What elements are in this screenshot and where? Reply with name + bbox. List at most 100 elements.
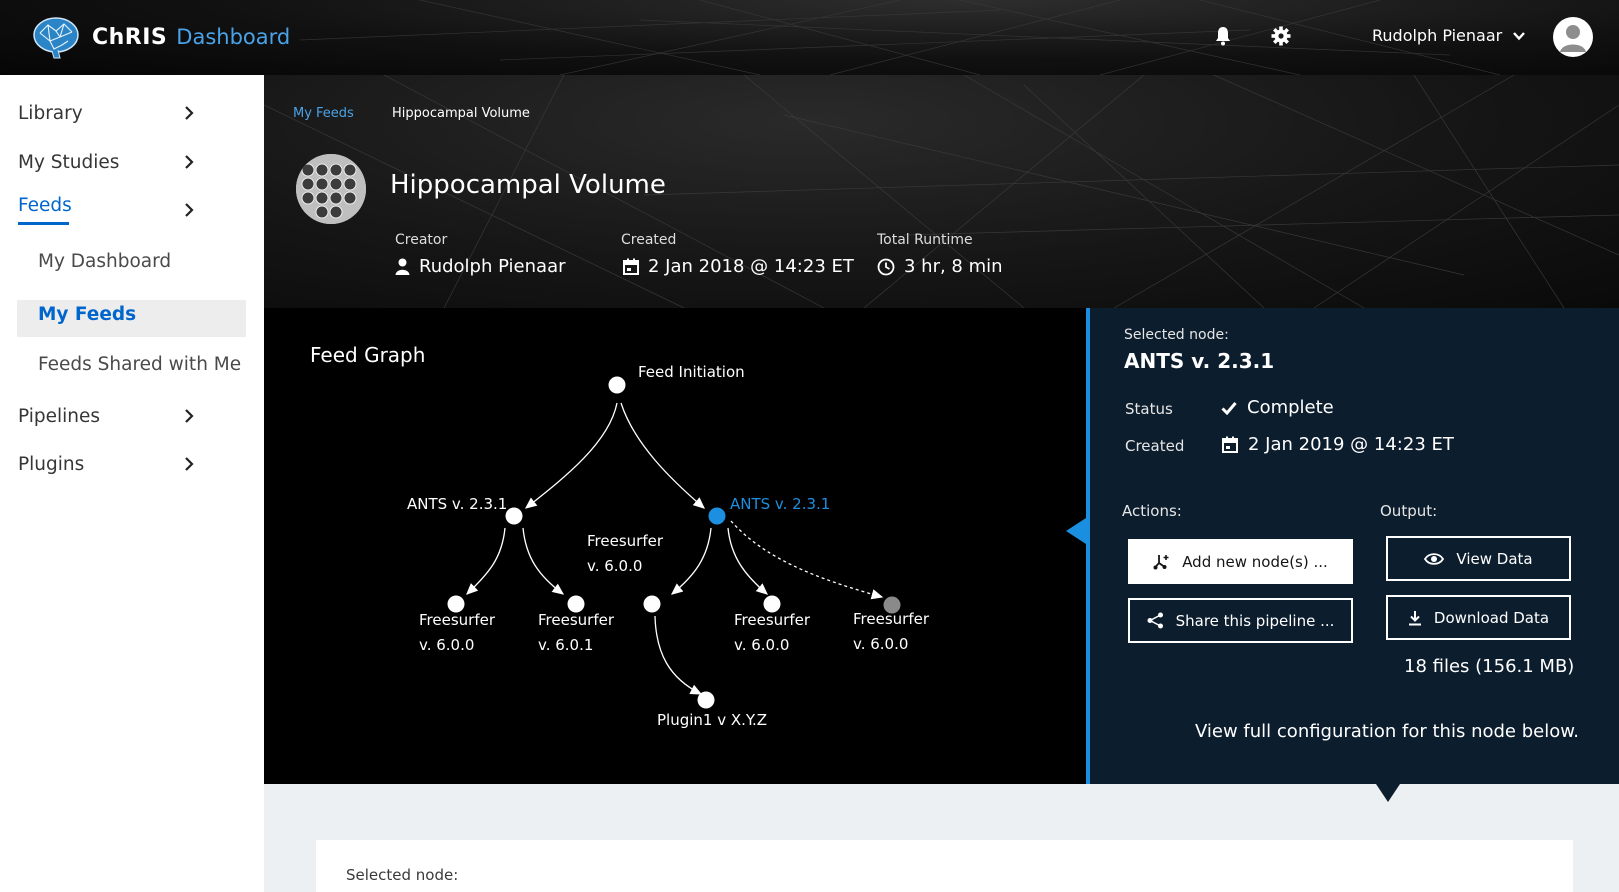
selected-node-label: Selected node: [346,866,459,884]
brand-subtitle: Dashboard [176,25,291,49]
share-icon [1147,612,1163,629]
graph-edges [466,402,884,695]
node-fs-mid[interactable] [643,595,661,613]
panel-down-pointer [1376,784,1400,802]
node-label-ants-right: ANTS v. 2.3.1 [730,495,831,513]
node-label-fs-mid: Freesurfer v. 6.0.0 [587,529,663,579]
node-label-fs-rr: Freesurfer v. 6.0.0 [734,608,810,658]
edge-root-ants-right [620,402,705,509]
sidebar-item-library[interactable]: Library [18,103,83,124]
sidebar-item-pipelines[interactable]: Pipelines [18,406,100,427]
breadcrumb-current: Hippocampal Volume [392,106,530,121]
selected-node-name: ANTS v. 2.3.1 [1124,349,1275,373]
runtime-text: 3 hr, 8 min [904,256,1003,277]
node-label-name: Freesurfer [734,611,810,629]
creator-label: Creator [395,232,448,248]
node-label-version: v. 6.0.0 [419,636,475,654]
created-date: 2 Jan 2019 @ 14:23 ET [1248,434,1454,455]
check-icon [1221,401,1237,415]
feed-graph-panel: Feed Graph Feed Initiation ANTS v. 2.3.1… [264,308,1086,784]
node-label-name: Freesurfer [853,610,929,628]
sidebar-item-feeds[interactable]: Feeds [18,195,72,216]
user-menu-name[interactable]: Rudolph Pienaar [1372,26,1502,45]
page-title: Hippocampal Volume [390,170,666,200]
node-plugin[interactable] [697,691,715,709]
node-label-version: v. 6.0.1 [538,636,594,654]
sidebar-item-my-studies[interactable]: My Studies [18,152,119,173]
node-label-name: Freesurfer [587,532,663,550]
node-label-fs-lr: Freesurfer v. 6.0.1 [538,608,614,658]
brand[interactable]: ChRIS Dashboard [30,14,290,60]
sidebar-item-plugins[interactable]: Plugins [18,454,84,475]
share-pipeline-label: Share this pipeline ... [1175,611,1335,630]
brand-name: ChRIS [92,24,168,50]
status-text: Complete [1247,397,1334,418]
selected-node-label: Selected node: [1124,327,1229,343]
actions-label: Actions: [1122,502,1182,520]
clock-icon [877,258,895,275]
node-ants-right-selected[interactable] [708,507,726,525]
node-label-name: Freesurfer [419,611,495,629]
sidebar-subitem-my-feeds[interactable]: My Feeds [38,304,136,325]
edge-fs-mid-plugin [654,615,703,695]
sidebar-subitem-my-dashboard[interactable]: My Dashboard [38,251,171,272]
active-underline [18,222,69,225]
eye-icon [1424,552,1445,565]
graph-nodes [447,376,901,709]
selection-pointer [1066,518,1086,544]
add-node-label: Add new node(s) ... [1182,552,1328,571]
add-node-icon [1153,555,1169,570]
edge-ants-right-fs-mid [670,527,712,595]
node-config-section: Selected node: [264,784,1619,892]
chevron-right-icon[interactable] [183,202,195,218]
sidebar-subitem-feeds-shared[interactable]: Feeds Shared with Me [38,354,241,375]
download-data-button[interactable]: Download Data [1386,595,1571,640]
created-label: Created [1125,437,1185,455]
add-node-button[interactable]: Add new node(s) ... [1128,539,1353,584]
node-label-fs-pending: Freesurfer v. 6.0.0 [853,607,929,657]
top-bar: ChRIS Dashboard Rudolph Pienaar [0,0,1619,75]
node-feed-initiation[interactable] [608,376,626,394]
share-pipeline-button[interactable]: Share this pipeline ... [1128,598,1353,643]
created-label: Created [621,232,677,248]
bell-icon[interactable] [1211,24,1235,48]
chevron-right-icon[interactable] [183,456,195,472]
created-value: 2 Jan 2018 @ 14:23 ET [623,256,854,277]
output-file-summary: 18 files (156.1 MB) [1404,656,1575,677]
node-label-fs-ll: Freesurfer v. 6.0.0 [419,608,495,658]
download-icon [1408,610,1421,625]
node-ants-left[interactable] [505,507,523,525]
sidebar: Library My Studies Feeds My Dashboard My… [0,75,264,892]
runtime-value: 3 hr, 8 min [877,256,1003,277]
view-data-label: View Data [1456,549,1533,568]
brain-logo-icon [33,17,79,59]
node-detail-panel: Selected node: ANTS v. 2.3.1 Status Comp… [1086,308,1619,784]
output-label: Output: [1380,502,1438,520]
creator-name: Rudolph Pienaar [419,256,566,277]
chevron-down-icon[interactable] [1512,29,1526,43]
node-label-plugin: Plugin1 v X.Y.Z [657,711,768,729]
edge-ants-right-fs-rr [727,527,768,595]
download-data-label: Download Data [1433,608,1550,627]
calendar-icon [1222,436,1238,453]
node-label-version: v. 6.0.0 [587,557,643,575]
status-label: Status [1125,400,1173,418]
created-date: 2 Jan 2018 @ 14:23 ET [648,256,854,277]
chevron-right-icon[interactable] [183,408,195,424]
user-avatar-icon [1560,25,1586,52]
user-icon [395,258,410,275]
breadcrumb-my-feeds[interactable]: My Feeds [293,106,354,121]
view-data-button[interactable]: View Data [1386,536,1571,581]
node-label-feed-initiation: Feed Initiation [638,363,745,381]
node-label-version: v. 6.0.0 [853,635,909,653]
user-avatar[interactable] [1553,17,1593,57]
config-note: View full configuration for this node be… [1195,721,1580,742]
feed-header: My Feeds Hippocampal Volume Hippocampal … [264,75,1619,308]
runtime-label: Total Runtime [877,232,973,248]
chevron-right-icon[interactable] [183,154,195,170]
node-config-card: Selected node: [316,840,1573,892]
gear-icon[interactable] [1269,24,1293,48]
feed-thumbnail [296,154,366,224]
chris-dashboard-app: ChRIS Dashboard Rudolph Pienaar Library … [0,0,1619,892]
chevron-right-icon[interactable] [183,105,195,121]
